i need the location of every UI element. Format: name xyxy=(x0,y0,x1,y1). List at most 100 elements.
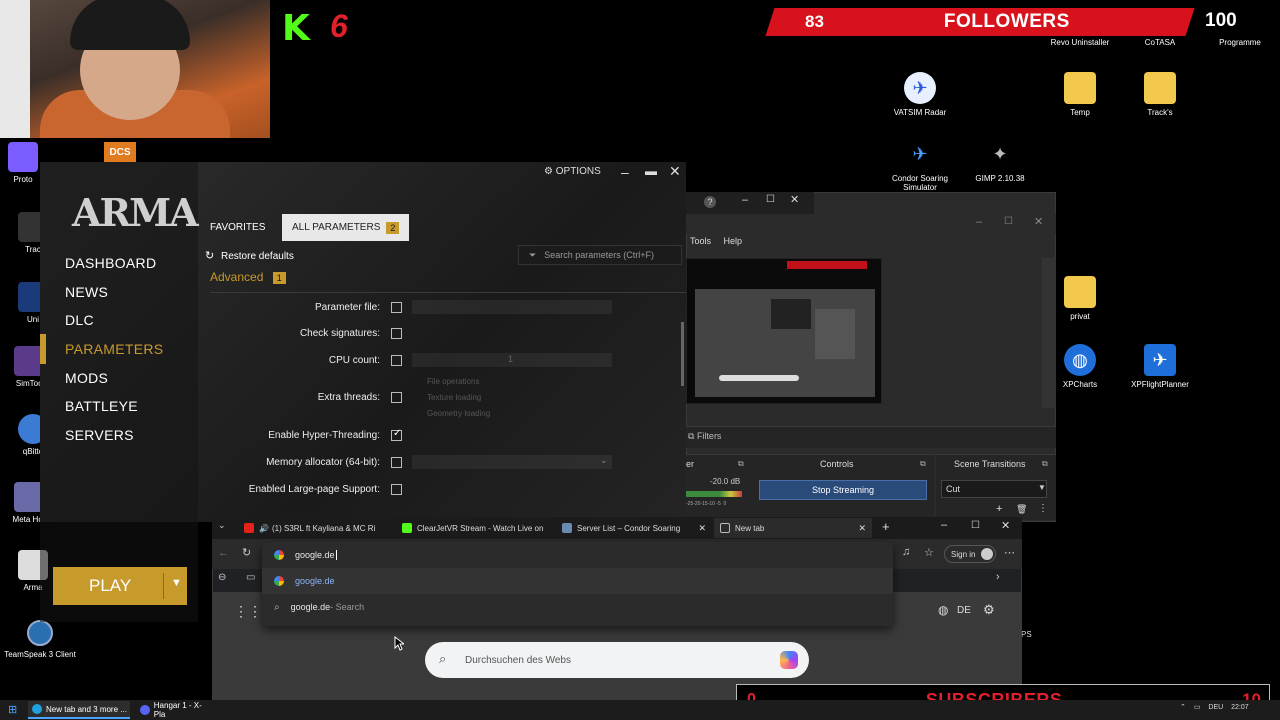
obs-preview[interactable] xyxy=(686,258,882,404)
sign-in-button[interactable]: Sign in xyxy=(944,545,996,563)
params-scrollbar[interactable] xyxy=(681,322,684,386)
taskbar-item-xplane[interactable]: Hangar 1 - X-Pla xyxy=(136,701,212,719)
param-hyper-threading-checkbox[interactable] xyxy=(391,428,402,441)
obs-scrollbar[interactable] xyxy=(1042,258,1056,408)
browser-tab[interactable]: 🔊 (1) S3RL ft Kayliana & MC Ri xyxy=(238,518,380,538)
restore-defaults-button[interactable]: ↻ Restore defaults xyxy=(205,249,294,262)
language-label[interactable]: DE xyxy=(957,605,971,616)
search-parameters-input[interactable]: ⏷ Search parameters (Ctrl+F) xyxy=(518,245,682,265)
desktop-icon-programme[interactable]: Programme xyxy=(1200,38,1280,47)
nav-dlc[interactable]: DLC xyxy=(65,312,94,328)
param-large-page-checkbox[interactable] xyxy=(391,484,402,495)
start-windows-icon[interactable]: ⊞ xyxy=(8,703,17,716)
parameter-file-input[interactable] xyxy=(412,300,612,314)
maximize-icon[interactable]: ☐ xyxy=(1004,216,1013,227)
folder-icon[interactable]: ▭ xyxy=(246,572,255,583)
close-icon[interactable]: ✕ xyxy=(1001,519,1010,532)
desktop-icon-vatsim-radar[interactable]: ✈ VATSIM Radar xyxy=(880,72,960,117)
new-tab-button[interactable]: + xyxy=(882,519,890,534)
minimize-icon[interactable]: – xyxy=(976,216,982,228)
transition-select[interactable]: Cut ▼ xyxy=(941,480,1047,498)
dock-float-icon[interactable]: ⧉ xyxy=(1042,459,1048,469)
back-icon[interactable]: ← xyxy=(218,547,229,559)
help-icon[interactable]: ? xyxy=(704,196,716,208)
close-icon[interactable]: ✕ xyxy=(1034,215,1043,228)
read-aloud-icon[interactable]: ♫ xyxy=(902,546,910,558)
nav-dashboard[interactable]: DASHBOARD xyxy=(65,255,156,271)
maximize-icon[interactable]: ▬ xyxy=(645,164,657,178)
desktop-icon-condor[interactable]: ✈ Condor Soaring Simulator xyxy=(880,138,960,193)
address-input[interactable]: google.de xyxy=(262,542,893,568)
desktop-icon-label: Temp xyxy=(1070,108,1090,117)
web-search-input[interactable]: ⌕ Durchsuchen des Webs xyxy=(425,642,809,678)
options-button[interactable]: ⚙ OPTIONS xyxy=(544,166,601,177)
nav-parameters[interactable]: PARAMETERS xyxy=(65,341,163,357)
chevron-right-icon[interactable]: › xyxy=(996,571,1000,583)
language-globe-icon[interactable]: ◍ xyxy=(938,603,948,617)
more-options-icon[interactable]: ⋮ xyxy=(1038,503,1048,514)
desktop-icon-teamspeak[interactable]: TeamSpeak 3 Client xyxy=(0,620,80,659)
dock-float-icon[interactable]: ⧉ xyxy=(738,459,744,469)
maximize-icon[interactable]: ☐ xyxy=(971,520,980,531)
minimize-icon[interactable]: – xyxy=(742,194,748,206)
tab-actions-icon[interactable]: ⌄ xyxy=(218,520,226,531)
copilot-icon[interactable] xyxy=(780,651,798,669)
favorites-icon[interactable]: ☆ xyxy=(924,546,934,559)
desktop-icon-label: GIMP 2.10.38 xyxy=(975,174,1025,183)
language-indicator[interactable]: DEU xyxy=(1208,704,1223,711)
filters-button[interactable]: ⧉ Filters xyxy=(688,431,721,442)
browser-tab[interactable]: ClearJetVR Stream - Watch Live on xyxy=(396,518,558,538)
nav-servers[interactable]: SERVERS xyxy=(65,427,134,443)
browser-tab-active[interactable]: New tab ✕ xyxy=(714,518,872,538)
maximize-icon[interactable]: ☐ xyxy=(766,194,775,205)
desktop-icon-tracks[interactable]: Track's xyxy=(1120,72,1200,117)
tab-favorites[interactable]: FAVORITES xyxy=(200,214,275,241)
cpu-count-stepper[interactable]: 1 xyxy=(412,353,612,367)
settings-gear-icon[interactable]: ⚙ xyxy=(983,602,995,618)
minimize-icon[interactable]: – xyxy=(941,519,947,531)
nav-battleye[interactable]: BATTLEYE xyxy=(65,398,138,414)
stop-streaming-button[interactable]: Stop Streaming xyxy=(759,480,927,500)
chevron-down-icon[interactable]: ▼ xyxy=(171,577,182,589)
section-advanced[interactable]: Advanced 1 xyxy=(210,270,286,284)
more-menu-icon[interactable]: ⋯ xyxy=(1004,546,1015,559)
condor-icon xyxy=(562,523,572,533)
refresh-icon[interactable]: ↻ xyxy=(242,546,251,559)
delete-transition-icon[interactable]: 🗑 xyxy=(1016,504,1027,515)
menu-help[interactable]: Help xyxy=(724,236,743,246)
desktop-icon-gimp[interactable]: ✦ GIMP 2.10.38 xyxy=(960,138,1040,184)
tab-all-parameters[interactable]: ALL PARAMETERS 2 xyxy=(282,214,410,241)
param-memory-allocator-checkbox[interactable] xyxy=(391,457,402,468)
network-icon[interactable]: ▭ xyxy=(1194,704,1201,711)
clock[interactable]: 22:07 xyxy=(1231,704,1249,711)
desktop-icon-temp[interactable]: Temp xyxy=(1040,72,1120,117)
desktop-icon-xpflightplanner[interactable]: ✈ XPFlightPlanner xyxy=(1120,344,1200,389)
desktop-icon-revo[interactable]: Revo Uninstaller xyxy=(1040,38,1120,47)
menu-tools[interactable]: Tools xyxy=(690,236,711,246)
suggestion-item[interactable]: ⌕ google.de - Search xyxy=(262,594,893,620)
chevron-up-icon[interactable]: ⌃ xyxy=(1180,704,1186,711)
taskbar-item-browser[interactable]: New tab and 3 more ... xyxy=(28,701,130,719)
param-check-signatures-checkbox[interactable] xyxy=(391,328,402,339)
close-tab-icon[interactable]: ✕ xyxy=(858,523,872,534)
close-icon[interactable]: ✕ xyxy=(790,193,799,206)
param-extra-threads-checkbox[interactable] xyxy=(391,392,402,403)
browser-tab[interactable]: Server List – Condor Soaring ✕ xyxy=(556,518,712,538)
param-cpu-count-checkbox[interactable] xyxy=(391,355,402,366)
close-icon[interactable]: ✕ xyxy=(669,163,681,180)
nav-news[interactable]: NEWS xyxy=(65,284,108,300)
dcs-icon[interactable]: DCS xyxy=(104,142,136,162)
desktop-icon-cotasa[interactable]: CoTASA xyxy=(1120,38,1200,47)
collections-icon[interactable]: ⊖ xyxy=(218,572,226,583)
dock-float-icon[interactable]: ⧉ xyxy=(920,459,926,469)
nav-mods[interactable]: MODS xyxy=(65,370,108,386)
memory-allocator-select[interactable]: ⌄ xyxy=(412,455,612,469)
apps-grid-icon[interactable]: ⋮⋮ xyxy=(234,603,262,620)
add-transition-button[interactable]: + xyxy=(996,503,1002,515)
suggestion-item[interactable]: google.de xyxy=(262,568,893,594)
followers-goal: 100 xyxy=(1205,10,1237,31)
param-parameter-file-checkbox[interactable] xyxy=(391,302,402,313)
play-button[interactable]: PLAY ▼ xyxy=(53,567,187,605)
close-tab-icon[interactable]: ✕ xyxy=(698,523,712,534)
minimize-icon[interactable]: – xyxy=(621,164,629,180)
